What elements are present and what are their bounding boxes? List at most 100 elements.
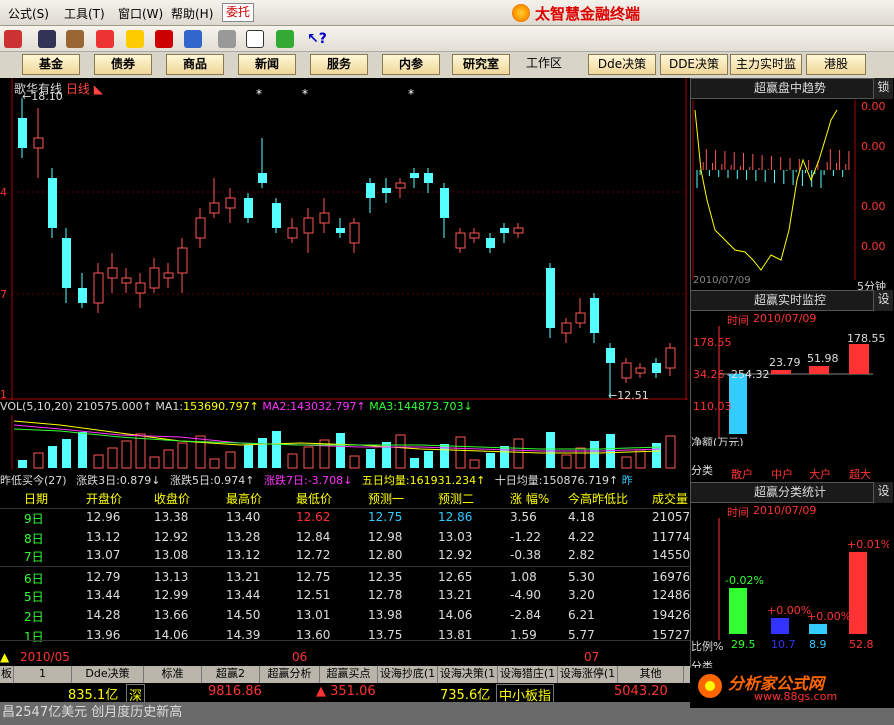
tab-item[interactable]: 其他 (618, 666, 684, 683)
volume-bar (590, 441, 599, 468)
tab-item[interactable]: 设海涨停(1 (558, 666, 618, 683)
table-cell: 12.98 (368, 530, 403, 544)
tab-item[interactable]: 标准 (144, 666, 202, 683)
table-row: 9日 12.96 13.38 13.40 12.62 12.75 12.86 3.56 4.18… (0, 508, 698, 526)
nav-hk[interactable]: 港股 (806, 54, 866, 75)
circle-icon[interactable] (155, 30, 173, 48)
svg-text:178.55: 178.55 (847, 332, 886, 345)
candle-body (590, 298, 599, 333)
tool-icon[interactable] (4, 30, 22, 48)
tab-item[interactable]: 超赢2 (202, 666, 260, 683)
ratio-label: 比例% (691, 640, 724, 653)
table-header-cell: 日期 (24, 492, 49, 506)
nav-research[interactable]: 研究室 (452, 54, 510, 75)
table-header-cell: 预测一 (368, 492, 405, 506)
category-super: 超大 (849, 468, 871, 481)
nav-dde-decision[interactable]: Dde决策 (588, 54, 656, 75)
candle-body (258, 173, 267, 183)
candle-body (486, 238, 495, 248)
nav-workspace[interactable]: 工作区 (520, 54, 568, 75)
date-label: 06 (292, 650, 308, 664)
table-cell: 12.96 (86, 510, 121, 524)
binoculars-icon[interactable] (38, 30, 56, 48)
table-cell: 12.80 (368, 548, 403, 562)
category-retail: 散户 (731, 468, 753, 481)
svg-text:110.03: 110.03 (693, 400, 732, 413)
nav-monitor[interactable]: 主力实时监控 (730, 54, 802, 75)
tab-item[interactable]: 设海决策(1 (438, 666, 498, 683)
ratio-value: 52.8 (849, 638, 874, 651)
candle-body (575, 312, 586, 324)
volume-bar (513, 438, 524, 469)
table-cell: 5日 (24, 590, 44, 604)
status-change: ▲ 351.06 (316, 684, 376, 699)
table-cell: -2.84 (510, 608, 542, 622)
axis-mark: 1 (0, 388, 7, 400)
table-row: 7日 13.07 13.08 13.12 12.72 12.80 12.92 -0.38 2.8… (0, 546, 690, 564)
candle-body (209, 202, 220, 214)
help-cursor-icon[interactable]: ↖? (307, 30, 327, 48)
diamond-icon[interactable] (126, 30, 144, 48)
tab-item[interactable]: 板 (0, 666, 14, 683)
tab-item[interactable]: Dde决策 (72, 666, 144, 683)
volume-bar (195, 435, 206, 469)
books-icon[interactable] (276, 30, 294, 48)
nav-service[interactable]: 服务 (310, 54, 368, 75)
nav-news[interactable]: 新闻 (238, 54, 296, 75)
nav-dde-decision-2[interactable]: DDE决策 (660, 54, 728, 75)
status-value: 735.6亿 (440, 688, 491, 703)
table-cell: 12.78 (368, 588, 403, 602)
nav-commodity[interactable]: 商品 (166, 54, 224, 75)
settings-button[interactable]: 设 (873, 290, 893, 311)
table-cell: 13.12 (226, 548, 261, 562)
tab-item[interactable]: 超赢买点 (320, 666, 378, 683)
nav-bond[interactable]: 债券 (94, 54, 152, 75)
axis-mark: 7 (0, 288, 7, 301)
tab-item[interactable]: 超赢分析 (260, 666, 320, 683)
brand-logo: 分析家公式网 www.88gs.com (690, 668, 894, 708)
info-line: 昨低买今(27) 涨跌3日:0.879↓ 涨跌5日:0.974↑ 涨跌7日:-3… (0, 472, 688, 490)
settings-button[interactable]: 设 (873, 482, 893, 503)
menu-tools[interactable]: 工具(T) (64, 5, 105, 22)
menu-formula[interactable]: 公式(S) (8, 5, 49, 22)
table-cell: -4.90 (510, 588, 542, 602)
volume-bar (209, 458, 220, 469)
candle-body (395, 182, 406, 189)
nav-fund[interactable]: 基金 (22, 54, 80, 75)
svg-text:净额(万元): 净额(万元) (691, 435, 744, 446)
brand-flower-icon (698, 674, 722, 698)
table-header-cell: 开盘价 (86, 492, 123, 506)
trend-svg: 0.00 0.00 0.00 0.00 2010/07/09 5分钟 (692, 100, 886, 290)
tab-item[interactable]: 设海抄底(1 (378, 666, 438, 683)
candle-body (33, 137, 44, 149)
volume-bar (382, 442, 391, 468)
candle-body (606, 348, 615, 363)
volume-bar (469, 459, 480, 469)
window-icon[interactable] (246, 30, 264, 48)
person-icon[interactable] (66, 30, 84, 48)
date-label: 2010/05 (20, 650, 70, 664)
table-cell: 13.03 (438, 530, 473, 544)
menu-window[interactable]: 窗口(W) (118, 5, 163, 22)
page-icon[interactable] (218, 30, 236, 48)
candle-body (455, 232, 466, 249)
lock-button[interactable]: 锁 (873, 78, 893, 99)
table-cell: 12.99 (154, 588, 189, 602)
candle-body (78, 288, 87, 303)
menu-help[interactable]: 帮助(H) (171, 5, 213, 22)
volume-bar (107, 447, 118, 469)
chart-icon[interactable] (96, 30, 114, 48)
kline-svg: 4 7 1 ←18.10 ←12.51 * * * (0, 78, 688, 400)
link-icon[interactable] (184, 30, 202, 48)
app-title: 太智慧金融终端 (535, 5, 641, 23)
tab-item[interactable]: 设海猎庄(1 (498, 666, 558, 683)
table-cell: 13.12 (86, 530, 121, 544)
svg-text:0.00: 0.00 (861, 100, 886, 113)
status-bar: 835.1亿 深 9816.86 ▲ 351.06 735.6亿 中小板指 50… (0, 683, 690, 705)
nav-inside[interactable]: 内参 (382, 54, 440, 75)
tab-item[interactable]: 1 (14, 666, 72, 683)
svg-text:34.26: 34.26 (693, 368, 725, 381)
table-cell: 12.79 (86, 570, 121, 584)
entrust-button[interactable]: 委托 (222, 3, 254, 22)
kline-chart[interactable]: 歌华有线 日线 ◣ 4 7 1 ←18.10 ←12.51 * * * VOL(… (0, 78, 688, 470)
